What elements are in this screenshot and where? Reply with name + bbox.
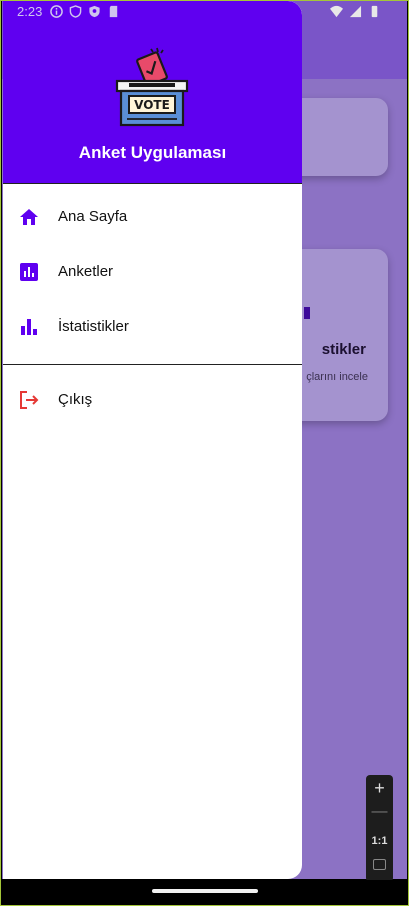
bar-chart-icon [21,318,37,335]
status-time: 2:23 [17,4,43,19]
menu-item-polls[interactable]: Anketler [3,244,302,299]
menu-divider [3,364,302,365]
shield-icon [69,5,82,18]
menu-item-statistics[interactable]: İstatistikler [3,299,302,354]
logout-icon [20,390,39,409]
zoom-controls: + — 1:1 [366,775,393,882]
menu-item-home[interactable]: Ana Sayfa [3,189,302,244]
battery-icon [371,5,378,18]
status-bar: 2:23 [0,0,409,24]
wifi-icon [330,5,343,18]
menu-item-label: Çıkış [58,391,93,408]
ballot-box-logo: VOTE [115,47,189,127]
menu-item-label: İstatistikler [58,318,129,335]
header-divider [3,183,302,184]
privacy-icon [89,5,100,18]
home-gesture-handle[interactable] [152,889,258,893]
fit-screen-icon[interactable] [373,859,386,870]
menu-item-logout[interactable]: Çıkış [3,372,302,427]
navigation-drawer: VOTE Anket Uygulaması Ana Sayfa Anketler [3,1,302,879]
poll-icon [20,262,38,281]
home-icon [20,208,38,225]
sd-card-icon [109,5,118,18]
drawer-menu: Ana Sayfa Anketler İstatistikler [3,189,302,354]
logo-text: VOTE [134,98,170,112]
menu-item-label: Anketler [58,263,114,280]
zoom-out-button[interactable]: — [366,803,393,821]
zoom-reset-button[interactable]: 1:1 [366,835,393,847]
navigation-bar [2,880,407,904]
zoom-in-button[interactable]: + [366,778,393,799]
info-icon [50,5,63,18]
drawer-title: Anket Uygulaması [78,143,227,162]
drawer-header: VOTE Anket Uygulaması [3,1,302,183]
signal-icon [349,5,362,18]
menu-item-label: Ana Sayfa [58,208,128,225]
